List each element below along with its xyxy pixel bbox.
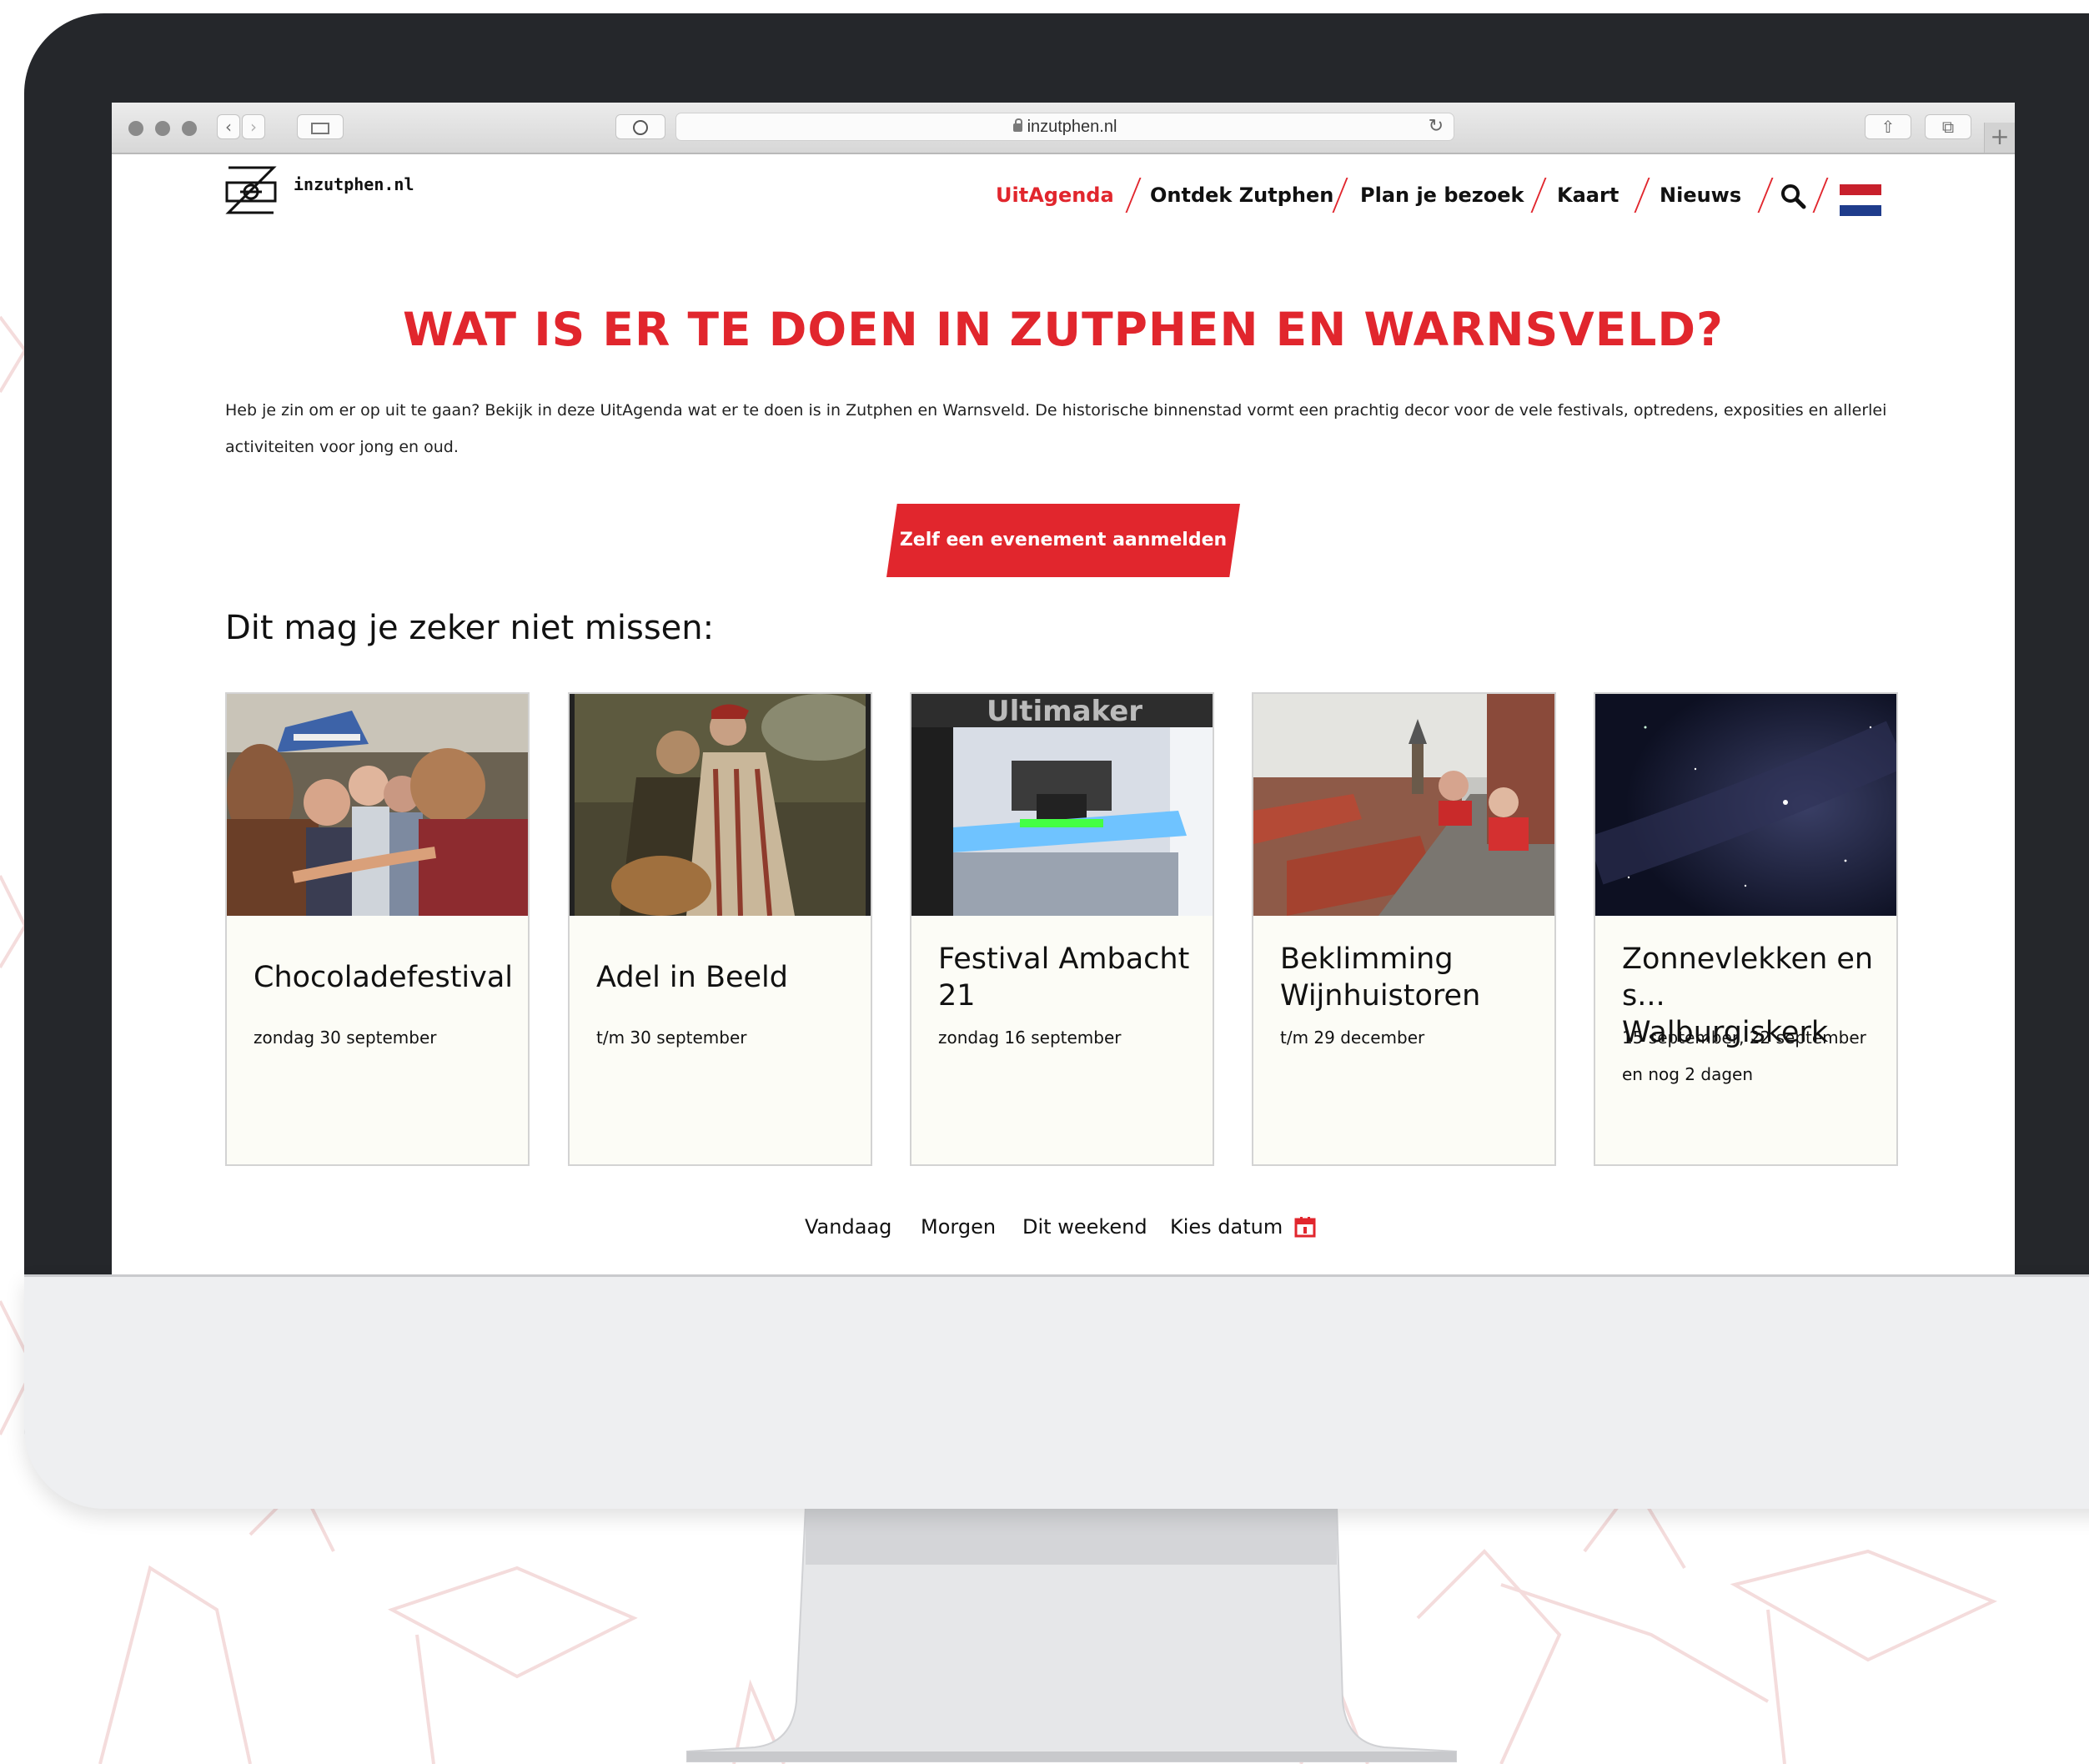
event-card[interactable]: Zonnevlekken en s... Walburgiskerk 15 se… (1594, 692, 1898, 1166)
nav-uitagenda[interactable]: UitAgenda (996, 174, 1114, 216)
highlights-heading: Dit mag je zeker niet missen: (225, 609, 715, 647)
event-date: t/m 29 december (1280, 1028, 1425, 1048)
nav-separator (1125, 178, 1142, 213)
event-title: Festival Ambacht 21 (938, 942, 1190, 1013)
nav-separator (1812, 178, 1829, 213)
main-navigation: UitAgenda Ontdek Zutphen Plan je bezoek … (996, 174, 2015, 216)
calendar-icon[interactable] (1294, 1216, 1316, 1238)
tabs-overview-button[interactable]: ⧉ (1925, 114, 1971, 139)
filter-today[interactable]: Vandaag (805, 1210, 891, 1244)
event-date: 15 september, 22 september en nog 2 dage… (1622, 1028, 1866, 1084)
back-button[interactable]: ‹ (217, 114, 240, 139)
event-card[interactable]: Chocoladefestival zondag 30 september (225, 692, 530, 1166)
search-icon[interactable] (1780, 183, 1806, 209)
monitor-chin (24, 1274, 2089, 1509)
browser-toolbar: ‹ › inzutphen.nl ↻ ⇧ ⧉ + (112, 103, 2015, 154)
new-tab-button[interactable]: + (1984, 123, 2015, 153)
site-logo-text[interactable]: inzutphen.nl (294, 174, 414, 194)
privacy-report-button[interactable] (615, 114, 665, 139)
lock-icon (1012, 118, 1022, 132)
event-card-list: Chocoladefestival zondag 30 september Ad… (225, 692, 1901, 1168)
event-title: Beklimming Wijnhuistoren (1280, 942, 1481, 1013)
url-text: inzutphen.nl (1027, 118, 1117, 136)
event-title: Adel in Beeld (596, 961, 788, 994)
nav-nieuws[interactable]: Nieuws (1660, 174, 1741, 216)
screen: ‹ › inzutphen.nl ↻ ⇧ ⧉ + inzutphen.nl Ui… (112, 103, 2015, 1274)
address-bar[interactable]: inzutphen.nl ↻ (675, 113, 1454, 141)
share-icon: ⇧ (1881, 117, 1896, 137)
zoom-window-button[interactable] (182, 121, 197, 136)
event-date: zondag 30 september (254, 1028, 437, 1048)
intro-paragraph: Heb je zin om er op uit te gaan? Bekijk … (225, 401, 1887, 456)
nav-plan-je-bezoek[interactable]: Plan je bezoek (1360, 174, 1524, 216)
event-date: t/m 30 september (596, 1028, 747, 1048)
event-card[interactable]: Adel in Beeld t/m 30 september (568, 692, 872, 1166)
event-card[interactable]: Ultimaker Festival Ambacht 21 zondag 16 … (910, 692, 1214, 1166)
filter-weekend[interactable]: Dit weekend (1022, 1210, 1147, 1244)
filter-tomorrow[interactable]: Morgen (921, 1210, 996, 1244)
event-image (227, 694, 528, 916)
minimize-window-button[interactable] (155, 121, 170, 136)
nav-kaart[interactable]: Kaart (1557, 174, 1619, 216)
date-filter: Vandaag Morgen Dit weekend Kies datum (112, 1210, 2015, 1244)
nav-ontdek-zutphen[interactable]: Ontdek Zutphen (1150, 174, 1333, 216)
forward-button[interactable]: › (242, 114, 265, 139)
event-image: Ultimaker (911, 694, 1213, 916)
event-title: Chocoladefestival (254, 961, 514, 994)
event-image (1253, 694, 1554, 916)
site-logo-icon[interactable] (223, 163, 279, 218)
nav-separator (1332, 178, 1348, 213)
submit-event-button[interactable]: Zelf een evenement aanmelden (886, 504, 1240, 577)
event-card[interactable]: Beklimming Wijnhuistoren t/m 29 december (1252, 692, 1556, 1166)
reload-icon[interactable]: ↻ (1429, 113, 1444, 140)
nav-separator (1757, 178, 1774, 213)
sidebar-icon (311, 123, 329, 134)
event-date: zondag 16 september (938, 1028, 1122, 1048)
flag-nl-icon[interactable] (1840, 184, 1881, 216)
nav-separator (1634, 178, 1650, 213)
sidebar-toggle-button[interactable] (297, 114, 344, 139)
nav-separator (1530, 178, 1547, 213)
filter-pick-date[interactable]: Kies datum (1170, 1210, 1283, 1244)
info-icon (633, 120, 648, 135)
svg-text:Ultimaker: Ultimaker (987, 695, 1142, 728)
event-image (570, 694, 871, 916)
close-window-button[interactable] (128, 121, 143, 136)
tabs-icon: ⧉ (1941, 117, 1955, 137)
page-title: WAT IS ER TE DOEN IN ZUTPHEN EN WARNSVEL… (403, 303, 1724, 356)
event-image (1595, 694, 1896, 916)
share-button[interactable]: ⇧ (1865, 114, 1911, 139)
